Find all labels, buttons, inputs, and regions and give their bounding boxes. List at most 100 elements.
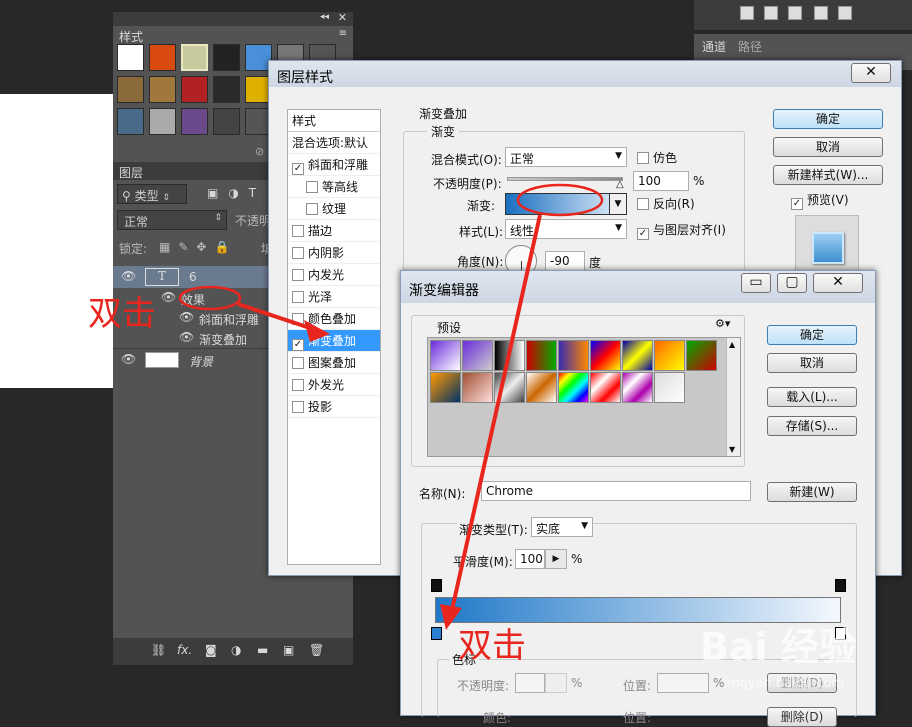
blend-mode-dropdown[interactable]: 正常 <box>505 147 627 167</box>
style-preset-swatch[interactable] <box>181 108 208 135</box>
eye-icon[interactable]: 👁 <box>121 352 136 366</box>
style-preset-swatch[interactable] <box>213 108 240 135</box>
new-gradient-button[interactable]: 新建(W) <box>767 482 857 502</box>
eye-icon[interactable]: 👁 <box>121 269 136 283</box>
style-list-item[interactable]: 内阴影 <box>288 242 380 264</box>
folder-icon[interactable]: ▬ <box>257 643 268 657</box>
checkbox-icon[interactable] <box>306 181 318 193</box>
gradient-preset-swatch[interactable] <box>590 372 621 403</box>
gradient-preset-swatch[interactable] <box>686 340 717 371</box>
gradient-preset-swatch[interactable] <box>558 372 589 403</box>
close-button[interactable]: ✕ <box>851 63 891 83</box>
style-list-item[interactable]: 外发光 <box>288 374 380 396</box>
gear-icon[interactable]: ⚙▾ <box>715 317 730 330</box>
gradient-preset-swatch[interactable] <box>494 372 525 403</box>
style-preset-swatch[interactable] <box>181 44 208 71</box>
style-list-item[interactable]: 纹理 <box>288 198 380 220</box>
ok-button[interactable]: 确定 <box>767 325 857 345</box>
filter-icons[interactable]: ▣◑T <box>207 186 266 200</box>
blend-mode-select[interactable]: 正常 ⇕ <box>117 210 227 230</box>
clear-style-icon[interactable]: ⊘ <box>255 145 264 158</box>
style-preset-swatch[interactable] <box>213 76 240 103</box>
mask-icon[interactable]: ◙ <box>205 643 217 657</box>
slider-thumb-icon[interactable]: △ <box>616 179 624 190</box>
tool-icon[interactable] <box>814 6 828 20</box>
style-list-item[interactable]: ✓ 斜面和浮雕 <box>288 154 380 176</box>
checkbox-icon[interactable] <box>292 401 304 413</box>
checkbox-icon[interactable] <box>292 269 304 281</box>
menu-icon[interactable]: ≡ <box>339 28 347 39</box>
scroll-down-icon[interactable]: ▼ <box>729 445 735 454</box>
name-input[interactable]: Chrome <box>481 481 751 501</box>
new-layer-icon[interactable]: ▣ <box>283 643 294 657</box>
style-list-item[interactable]: 投影 <box>288 396 380 418</box>
fx-icon[interactable]: fx. <box>177 643 192 657</box>
style-list-item[interactable]: 颜色叠加 <box>288 308 380 330</box>
style-list-item[interactable]: 内发光 <box>288 264 380 286</box>
dither-checkbox[interactable]: 仿色 <box>637 149 677 166</box>
style-preset-swatch[interactable] <box>149 108 176 135</box>
adjustment-icon[interactable]: ◑ <box>231 643 241 657</box>
checkbox-icon[interactable] <box>306 203 318 215</box>
gradient-preset-swatch[interactable] <box>462 340 493 371</box>
checkbox-icon[interactable] <box>292 247 304 259</box>
link-icon[interactable]: ⛓ <box>151 643 166 657</box>
gradient-preset-swatch[interactable] <box>462 372 493 403</box>
load-button[interactable]: 载入(L)... <box>767 387 857 407</box>
close-button[interactable]: ✕ <box>813 273 863 293</box>
gradient-preset-swatch[interactable] <box>430 372 461 403</box>
opacity-input[interactable]: 100 <box>633 171 689 191</box>
opacity-slider[interactable] <box>507 177 623 181</box>
tool-icon[interactable] <box>788 6 802 20</box>
checkbox-icon[interactable] <box>292 291 304 303</box>
lock-icons[interactable]: ▦✎✥🔒 <box>159 240 237 254</box>
gradient-preset-swatch[interactable] <box>622 340 653 371</box>
style-dropdown[interactable]: 线性 <box>505 219 627 239</box>
save-button[interactable]: 存储(S)... <box>767 416 857 436</box>
gradient-preset-swatch[interactable] <box>526 340 557 371</box>
reverse-checkbox[interactable]: 反向(R) <box>637 195 695 212</box>
tool-icon[interactable] <box>740 6 754 20</box>
style-preset-swatch[interactable] <box>117 44 144 71</box>
style-preset-swatch[interactable] <box>181 76 208 103</box>
checkbox-icon[interactable] <box>292 379 304 391</box>
smoothness-arrow[interactable]: ▶ <box>545 549 567 569</box>
style-list-item[interactable]: 混合选项:默认 <box>288 132 380 154</box>
gradient-preset-swatch[interactable] <box>590 340 621 371</box>
stop-opacity-input[interactable] <box>515 673 545 693</box>
gradient-preset-swatch[interactable] <box>430 340 461 371</box>
opacity-stop-left[interactable] <box>431 579 442 592</box>
cancel-button[interactable]: 取消 <box>767 353 857 373</box>
layer-filter[interactable]: ⚲ 类型 ⇕ <box>117 184 187 204</box>
style-list-item[interactable]: 等高线 <box>288 176 380 198</box>
collapse-icon[interactable]: ◂◂ <box>320 12 329 22</box>
style-preset-swatch[interactable] <box>117 76 144 103</box>
trash-icon[interactable]: 🗑 <box>309 643 324 657</box>
tool-icon[interactable] <box>764 6 778 20</box>
style-list-item[interactable]: 图案叠加 <box>288 352 380 374</box>
style-list-item[interactable]: 描边 <box>288 220 380 242</box>
tab-channels[interactable]: 通道 <box>702 38 726 55</box>
gradient-swatch[interactable] <box>505 193 625 215</box>
preview-checkbox[interactable]: ✓ 预览(V) <box>791 191 849 210</box>
checkbox-icon[interactable] <box>292 313 304 325</box>
style-preset-swatch[interactable] <box>117 108 144 135</box>
angle-input[interactable]: -90 <box>545 251 585 271</box>
cancel-button[interactable]: 取消 <box>773 137 883 157</box>
eye-icon[interactable]: 👁 <box>179 330 194 344</box>
style-list-item[interactable]: ✓ 渐变叠加 <box>288 330 380 352</box>
gradient-preset-swatch[interactable] <box>494 340 525 371</box>
minimize-button[interactable]: ▭ <box>741 273 771 293</box>
stop-opacity-arrow[interactable] <box>545 673 567 693</box>
gradient-preset-swatch[interactable] <box>654 372 685 403</box>
style-preset-swatch[interactable] <box>149 76 176 103</box>
eye-icon[interactable]: 👁 <box>161 290 176 304</box>
checkbox-icon[interactable]: ✓ <box>292 163 304 175</box>
smoothness-input[interactable]: 100 <box>515 549 545 569</box>
gradient-preset-swatch[interactable] <box>622 372 653 403</box>
align-checkbox[interactable]: ✓ 与图层对齐(I) <box>637 221 726 240</box>
checkbox-icon[interactable] <box>292 225 304 237</box>
scroll-up-icon[interactable]: ▲ <box>729 340 735 349</box>
delete-color-stop-button[interactable]: 删除(D) <box>767 707 837 727</box>
gradient-preset-swatch[interactable] <box>558 340 589 371</box>
